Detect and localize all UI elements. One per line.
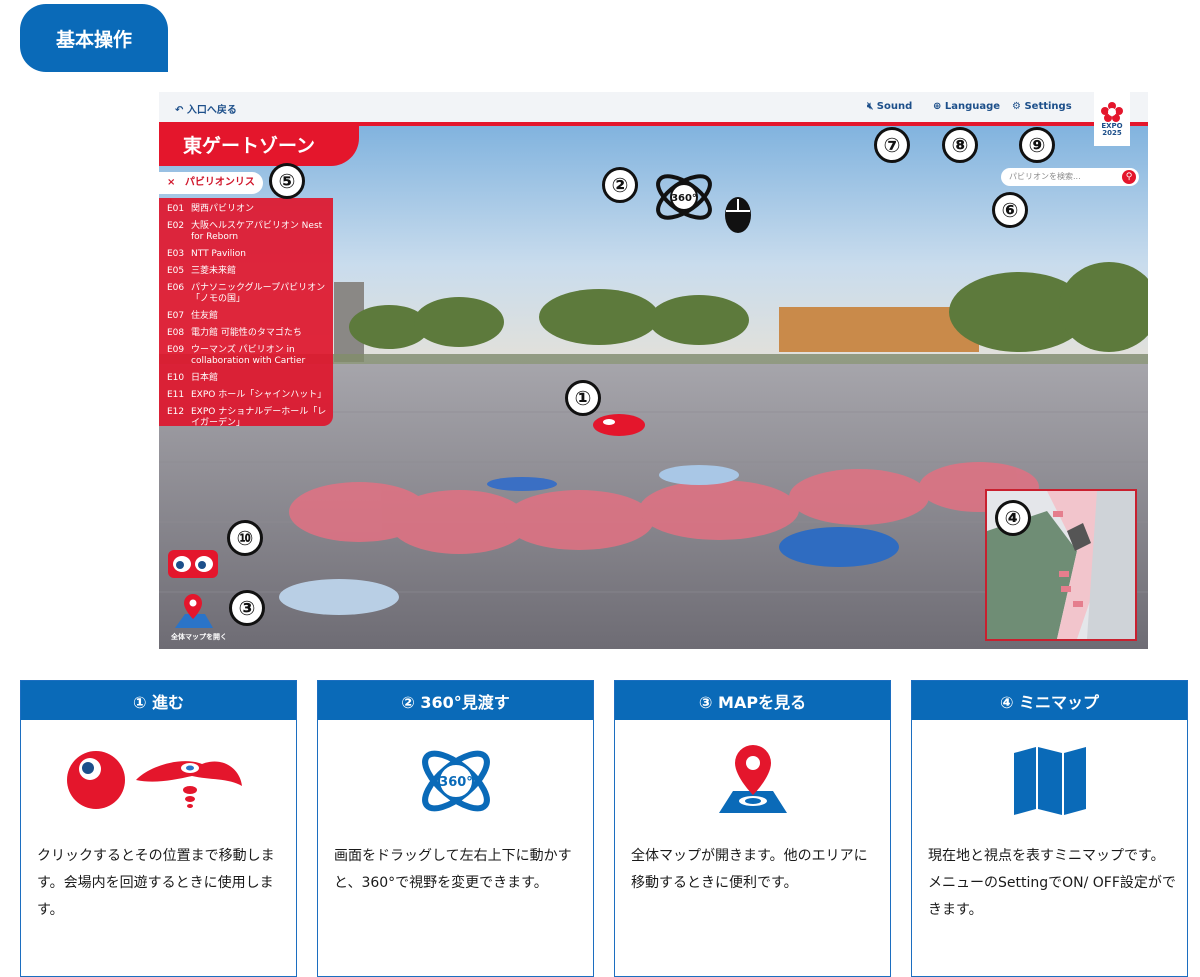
card-title: ① 進む xyxy=(21,681,296,720)
pavilion-code: E11 xyxy=(167,390,185,400)
pavilion-code: E05 xyxy=(167,266,185,276)
pavilion-list-item[interactable]: E12 EXPO ナショナルデーホール「レイガーデン」 xyxy=(167,407,333,429)
pavilion-name: 関西パビリオン xyxy=(191,204,255,214)
marker-8: ⑧ xyxy=(942,127,978,163)
card-move: ① 進む クリックするとその位置まで移動します。会場内を回遊するときに使用します… xyxy=(20,680,297,977)
card-description: 現在地と視点を表すミニマップです。メニューのSettingでON/ OFF設定が… xyxy=(928,848,1176,918)
marker-2: ② xyxy=(602,167,638,203)
card-title: ③ MAPを見る xyxy=(615,681,890,720)
gear-icon: ⚙ xyxy=(1012,101,1025,112)
rotate-360-overlay-icon: 360° xyxy=(656,174,712,220)
back-to-entrance-link[interactable]: ↶ 入口へ戻る xyxy=(175,101,237,116)
pavilion-code: E08 xyxy=(167,328,185,338)
marker-5: ⑤ xyxy=(269,163,305,199)
pavilion-code: E03 xyxy=(167,249,185,259)
map-pin-button-icon[interactable] xyxy=(171,590,215,632)
logo-text: EXPO 2025 xyxy=(1101,122,1123,137)
pavilion-list-item[interactable]: E10 日本館 xyxy=(167,373,333,384)
back-link-label: 入口へ戻る xyxy=(186,105,237,116)
card-title: ④ ミニマップ xyxy=(912,681,1187,720)
vr-goggles-button-icon[interactable] xyxy=(167,548,219,580)
card-360: ② 360°見渡す 360° 画面をドラッグして左右上下に動かすと、360°で視… xyxy=(317,680,594,977)
pavilion-name: EXPO ホール「シャインハット」 xyxy=(191,390,327,400)
pavilion-code: E06 xyxy=(167,283,185,293)
language-label: Language xyxy=(944,101,1001,112)
globe-icon: ⊕ xyxy=(933,101,945,112)
pavilion-list-item[interactable]: E03 NTT Pavilion xyxy=(167,249,333,260)
pavilion-name: 電力館 可能性のタマゴたち xyxy=(191,328,302,338)
open-full-map-label[interactable]: 全体マップを開く xyxy=(171,632,227,642)
marker-4: ④ xyxy=(995,500,1031,536)
pavilion-name: 大阪ヘルスケアパビリオン Nest for Reborn xyxy=(191,221,323,242)
marker-6: ⑥ xyxy=(992,192,1028,228)
pavilion-list-item[interactable]: E09 ウーマンズ パビリオン in collaboration with Car… xyxy=(167,345,333,367)
svg-text:360°: 360° xyxy=(671,193,697,204)
back-arrow-icon: ↶ xyxy=(175,105,187,116)
marker-3: ③ xyxy=(229,590,265,626)
pavilion-name: EXPO ナショナルデーホール「レイガーデン」 xyxy=(191,407,327,428)
pavilion-list-header[interactable]: × パビリオンリスト xyxy=(159,172,263,210)
pavilion-list-item[interactable]: E05 三菱未来館 xyxy=(167,266,333,277)
mouse-icon xyxy=(725,197,751,233)
pavilion-name: 三菱未来館 xyxy=(191,266,237,276)
pavilion-code: E07 xyxy=(167,311,185,321)
pavilion-name: 住友館 xyxy=(191,311,219,321)
marker-1: ① xyxy=(565,380,601,416)
close-icon[interactable]: × xyxy=(167,177,175,188)
card-description: 全体マップが開きます。他のエリアに移動するときに便利です。 xyxy=(631,848,868,891)
pavilion-list-item[interactable]: E06 パナソニックグループパビリオン「ノモの国」 xyxy=(167,283,333,305)
myaku-myaku-logo-icon xyxy=(1101,102,1123,122)
rotate-360-icon: 360° xyxy=(318,731,593,831)
pavilion-list-item[interactable]: E08 電力館 可能性のタマゴたち xyxy=(167,328,333,339)
pavilion-code: E10 xyxy=(167,373,185,383)
pavilion-list-item[interactable]: E07 住友館 xyxy=(167,311,333,322)
search-icon[interactable]: ⚲ xyxy=(1122,170,1136,184)
pavilion-code: E09 xyxy=(167,345,185,355)
section-tab: 基本操作 xyxy=(20,4,168,72)
pavilion-name: ウーマンズ パビリオン in collaboration with Cartie… xyxy=(191,345,306,366)
marker-9: ⑨ xyxy=(1019,127,1055,163)
sound-toggle[interactable]: 🔇︎ Sound xyxy=(867,101,912,112)
pavilion-name: パナソニックグループパビリオン「ノモの国」 xyxy=(191,283,326,304)
search-placeholder: パビリオンを検索... xyxy=(1009,172,1081,181)
viewer-top-bar: ↶ 入口へ戻る 🔇︎ Sound ⊕ Language ⚙ Settings xyxy=(159,92,1148,126)
card-minimap: ④ ミニマップ 現在地と視点を表すミニマップです。メニューのSettingでON… xyxy=(911,680,1188,977)
pavilion-search-input[interactable]: パビリオンを検索... ⚲ xyxy=(1001,168,1139,186)
language-menu[interactable]: ⊕ Language xyxy=(933,101,1000,112)
pavilion-name: NTT Pavilion xyxy=(191,249,247,259)
zone-title: 東ゲートゾーン xyxy=(159,126,359,166)
settings-label: Settings xyxy=(1024,101,1072,112)
pavilion-name: 日本館 xyxy=(191,373,219,383)
card-map: ③ MAPを見る 全体マップが開きます。他のエリアに移動するときに便利です。 xyxy=(614,680,891,977)
card-title: ② 360°見渡す xyxy=(318,681,593,720)
pavilion-list: E01 関西パビリオン E02 大阪ヘルスケアパビリオン Nest for Rebor… xyxy=(159,198,333,429)
sound-label: Sound xyxy=(876,101,913,112)
pavilion-code: E02 xyxy=(167,221,185,231)
settings-menu[interactable]: ⚙ Settings xyxy=(1012,101,1072,112)
card-description: クリックするとその位置まで移動します。会場内を回遊するときに使用します。 xyxy=(37,848,275,918)
pavilion-code: E12 xyxy=(167,407,185,417)
pavilion-list-item[interactable]: E01 関西パビリオン xyxy=(167,204,333,215)
svg-text:360°: 360° xyxy=(439,775,473,790)
pavilion-list-item[interactable]: E11 EXPO ホール「シャインハット」 xyxy=(167,390,333,401)
marker-7: ⑦ xyxy=(874,127,910,163)
pavilion-list-item[interactable]: E02 大阪ヘルスケアパビリオン Nest for Reborn xyxy=(167,221,333,243)
red-circle-move-icon xyxy=(21,731,296,831)
folded-map-icon xyxy=(912,731,1187,831)
map-pin-icon xyxy=(615,731,890,831)
speaker-muted-icon: 🔇︎ xyxy=(867,101,877,112)
expo-2025-logo: EXPO 2025 xyxy=(1094,92,1130,146)
virtual-tour-screenshot: ↶ 入口へ戻る 🔇︎ Sound ⊕ Language ⚙ Settings E… xyxy=(159,92,1148,649)
pavilion-code: E01 xyxy=(167,204,185,214)
marker-10: ⑩ xyxy=(227,520,263,556)
card-description: 画面をドラッグして左右上下に動かすと、360°で視野を変更できます。 xyxy=(334,848,572,891)
